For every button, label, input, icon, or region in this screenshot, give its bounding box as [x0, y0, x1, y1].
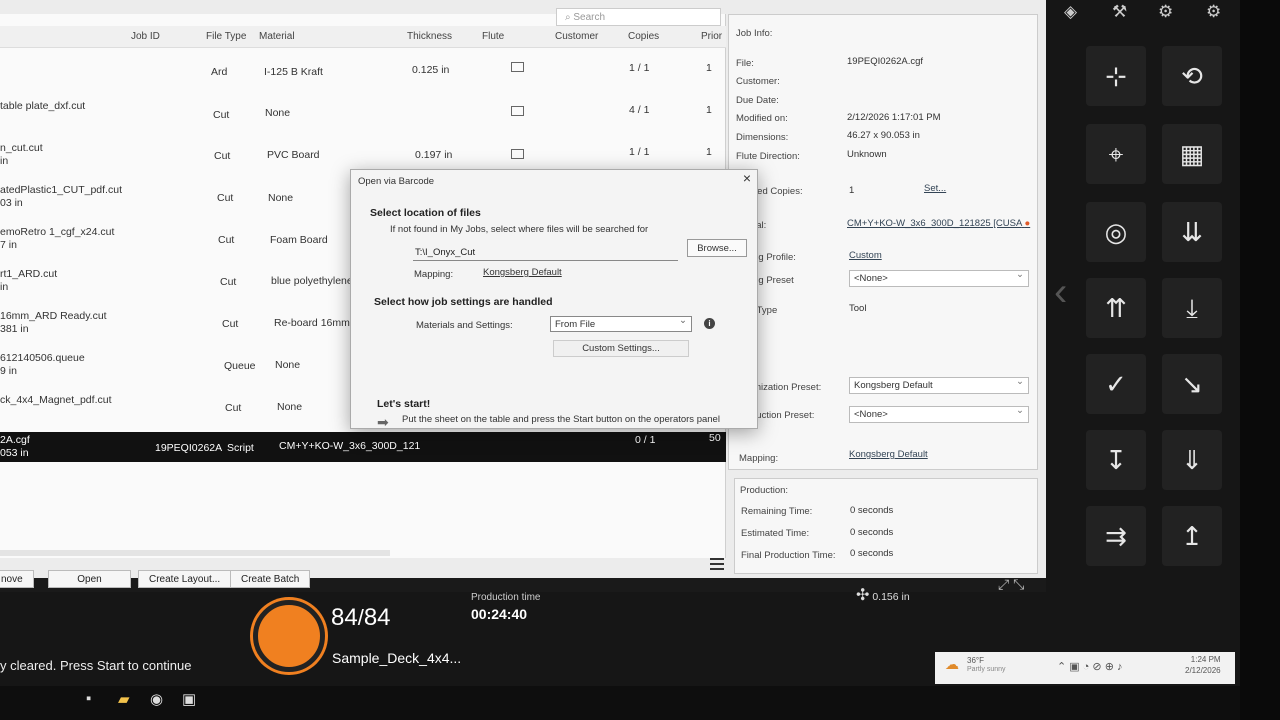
status-message: y cleared. Press Start to continue: [0, 658, 192, 673]
grid-icon[interactable]: ▦: [1162, 124, 1222, 184]
col-material[interactable]: Material: [259, 31, 295, 42]
dialog-title: Open via Barcode: [358, 176, 435, 187]
folder-icon[interactable]: ▰: [118, 690, 130, 708]
close-icon[interactable]: ×: [743, 170, 751, 186]
table-row[interactable]: table plate_dxf.cut Cut None 4 / 1 1: [0, 92, 726, 134]
table-row[interactable]: Ard I-125 B Kraft 0.125 in 1 / 1 1: [0, 50, 726, 92]
create-layout-button[interactable]: Create Layout...: [138, 570, 232, 588]
tool-settings-icon[interactable]: ⚒: [1112, 2, 1127, 22]
machine-icon[interactable]: ⚙: [1158, 2, 1173, 22]
custom-settings-button[interactable]: Custom Settings...: [553, 340, 689, 357]
materials-settings-select[interactable]: From File: [550, 315, 692, 332]
browse-button[interactable]: Browse...: [687, 239, 747, 257]
weather-icon: ☁: [945, 656, 959, 672]
table-header: Job ID File Type Material Thickness Flut…: [0, 26, 726, 48]
tool-swap-icon[interactable]: ⟲: [1162, 46, 1222, 106]
create-batch-button[interactable]: Create Batch: [230, 570, 311, 588]
chrome-icon[interactable]: ◉: [150, 690, 163, 708]
clock[interactable]: 1:24 PM 2/12/2026: [1185, 654, 1221, 676]
start-button[interactable]: [253, 600, 325, 672]
layers-icon[interactable]: ◈: [1064, 2, 1077, 22]
tools-up-icon[interactable]: ⇈: [1086, 278, 1146, 338]
mapping-link[interactable]: Kongsberg Default: [849, 449, 928, 460]
horizontal-scrollbar[interactable]: [0, 550, 390, 556]
sheet-down-icon[interactable]: ⤓: [1162, 278, 1222, 338]
status-bar: 84/84 Sample_Deck_4x4... Production time…: [0, 576, 1046, 686]
tool-down-icon[interactable]: ↧: [1086, 430, 1146, 490]
tool-up-icon[interactable]: ↥: [1162, 506, 1222, 566]
chevron-left-icon[interactable]: ‹: [1054, 270, 1067, 315]
optimization-preset-select[interactable]: Kongsberg Default: [849, 376, 1029, 394]
col-flute[interactable]: Flute: [482, 31, 504, 42]
right-toolbar: ◈ ⚒ ⚙ ⚙ ⊹ ⟲ ⌖ ▦ ◎ ⇊ ⇈ ⤓ ✓ ↘ ↧ ⇓ ⇉ ↥: [1046, 0, 1258, 686]
production-panel: Production: Remaining Time: 0 seconds Es…: [734, 478, 1038, 574]
mapping-link[interactable]: Kongsberg Default: [483, 267, 562, 278]
hamburger-menu-icon[interactable]: [710, 558, 724, 570]
flute-icon: [511, 149, 524, 159]
cut-icon[interactable]: ⊹: [1086, 46, 1146, 106]
job-actions: nove Open Create Layout... Create Batch: [0, 570, 726, 592]
set-copies-button[interactable]: Set...: [924, 183, 946, 194]
col-copies[interactable]: Copies: [628, 31, 659, 42]
info-icon[interactable]: i: [704, 318, 715, 329]
system-tray: ☁ 36°F Partly sunny ⌃ ▣ ◔ ⊘ ⊕ ♪ 1:24 PM 2…: [935, 652, 1235, 684]
search-input[interactable]: ⌕ Search: [556, 8, 721, 26]
col-customer[interactable]: Customer: [555, 31, 598, 42]
remove-button[interactable]: nove: [0, 570, 34, 588]
job-info-panel: Job Info: File: 19PEQI0262A.cgf Customer…: [728, 14, 1038, 470]
arrow-right-icon: ➡: [377, 414, 389, 430]
job-info-title: Job Info:: [736, 28, 773, 39]
arrow-down-right-icon[interactable]: ↘: [1162, 354, 1222, 414]
current-job-name: Sample_Deck_4x4...: [332, 650, 462, 666]
expand-icon[interactable]: ⤢ ⤡: [998, 576, 1024, 593]
production-preset-select[interactable]: <None>: [849, 405, 1029, 423]
tools-down-icon[interactable]: ⇊: [1162, 202, 1222, 262]
preset-select[interactable]: <None>: [849, 269, 1029, 287]
flute-icon: [511, 62, 524, 72]
monitor-bezel: [1240, 0, 1280, 720]
path-field[interactable]: T:\I_Onyx_Cut: [413, 247, 678, 261]
col-file-type[interactable]: File Type: [206, 31, 246, 42]
file-value: 19PEQI0262A.cgf: [847, 56, 924, 67]
open-via-barcode-dialog: Open via Barcode × Select location of fi…: [350, 169, 758, 430]
main-area: ⌕ Search Job ID File Type Material Thick…: [0, 0, 1046, 588]
material-link[interactable]: CM+Y+KO-W_3x6_300D_121825 [CUSA ●: [847, 218, 1030, 229]
profile-link[interactable]: Custom: [849, 250, 882, 261]
open-button[interactable]: Open: [48, 570, 131, 588]
feed-right-icon[interactable]: ⇉: [1086, 506, 1146, 566]
thickness-readout: ✣ 0.156 in: [856, 587, 910, 604]
col-thickness[interactable]: Thickness: [407, 31, 452, 42]
table-row-selected[interactable]: 2A.cgf 053 in 19PEQI0262A Script CM+Y+KO-…: [0, 432, 726, 462]
alert-icon: ●: [1024, 218, 1031, 229]
sheet-counter: 84/84: [331, 604, 391, 631]
gear-icon[interactable]: ⚙: [1206, 2, 1221, 22]
col-job-id[interactable]: Job ID: [131, 31, 160, 42]
app-icon[interactable]: ▣: [182, 690, 196, 708]
taskbar: ▪ ▰ ◉ ▣: [0, 686, 1240, 720]
feed-down-icon[interactable]: ⇓: [1162, 430, 1222, 490]
location-pin-icon[interactable]: ⌖: [1086, 124, 1146, 184]
flute-icon: [511, 106, 524, 116]
task-view-icon[interactable]: ▪: [86, 690, 91, 707]
col-priority[interactable]: Prior: [701, 31, 722, 42]
production-time: 00:24:40: [471, 606, 528, 622]
tray-icons[interactable]: ⌃ ▣ ◔ ⊘ ⊕ ♪: [1057, 660, 1122, 673]
camera-icon[interactable]: ◎: [1086, 202, 1146, 262]
tool-check-icon[interactable]: ✓: [1086, 354, 1146, 414]
thickness-icon: ✣: [856, 587, 870, 604]
